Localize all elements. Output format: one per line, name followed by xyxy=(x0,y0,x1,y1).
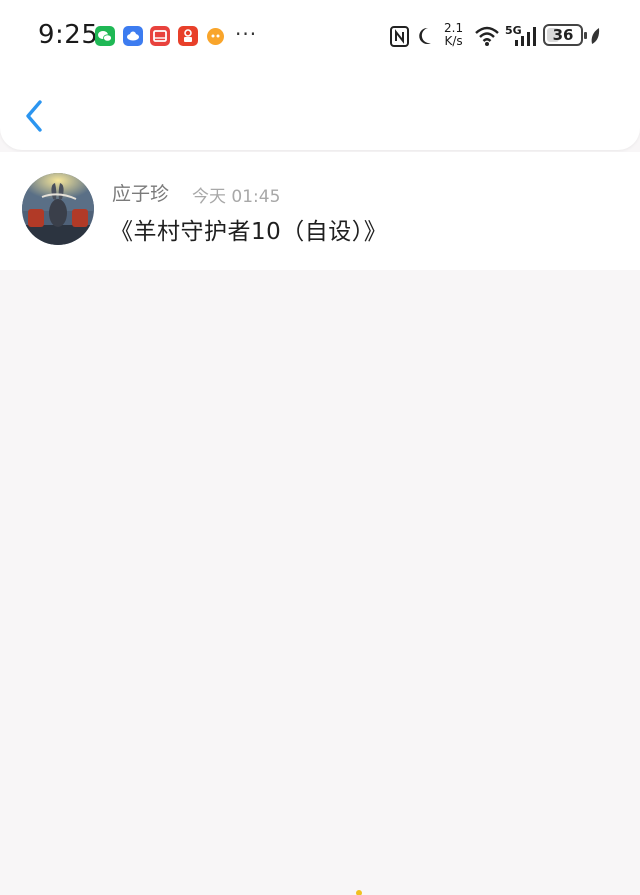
moon-icon xyxy=(416,22,438,50)
book-icon xyxy=(150,26,170,46)
status-time: 9:25 xyxy=(38,20,99,50)
nfc-icon xyxy=(389,22,411,50)
screen: 9:25 ··· 2.1 K/s 5G 36 应子珍 今天 01:45 《羊村守… xyxy=(0,0,640,895)
back-button[interactable] xyxy=(20,96,52,136)
avatar[interactable] xyxy=(22,173,94,245)
network-speed: 2.1 K/s xyxy=(444,22,463,48)
leaf-icon xyxy=(588,22,602,50)
status-bar: 9:25 ··· 2.1 K/s 5G 36 xyxy=(0,0,640,72)
signal-icon xyxy=(513,22,539,50)
video-app-icon xyxy=(178,26,198,46)
cloud-icon xyxy=(123,26,143,46)
chevron-left-icon xyxy=(26,100,42,132)
author-name[interactable]: 应子珍 xyxy=(112,179,169,206)
network-speed-value: 2.1 xyxy=(444,21,464,35)
battery-indicator: 36 xyxy=(543,24,587,46)
top-bar: 9:25 ··· 2.1 K/s 5G 36 xyxy=(0,0,640,150)
game-app-icon xyxy=(207,28,224,45)
more-notifications-icon: ··· xyxy=(235,22,258,46)
battery-level: 36 xyxy=(552,26,574,44)
network-speed-unit: K/s xyxy=(444,34,463,48)
post-timestamp: 今天 01:45 xyxy=(192,187,281,207)
wifi-icon xyxy=(473,22,501,50)
wechat-icon xyxy=(95,26,115,46)
post-item[interactable]: 应子珍 今天 01:45 《羊村守护者10（自设）》 xyxy=(0,152,640,270)
battery-nub xyxy=(584,32,587,39)
bottom-indicator xyxy=(356,890,362,895)
post-title[interactable]: 《羊村守护者10（自设）》 xyxy=(110,212,387,246)
